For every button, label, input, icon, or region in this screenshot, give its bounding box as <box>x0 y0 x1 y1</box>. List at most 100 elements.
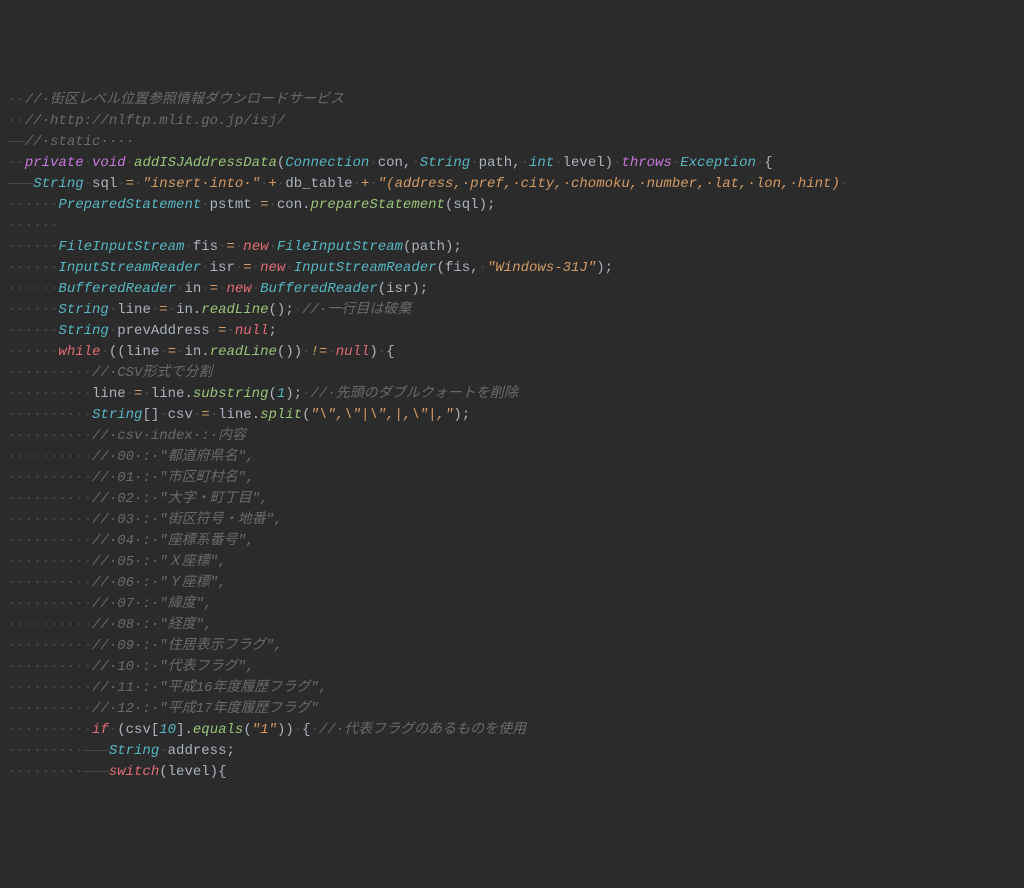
token-punc: ( <box>268 386 276 402</box>
code-line[interactable]: ··········//·07·:·"緯度", <box>8 594 1016 615</box>
token-num: 10 <box>159 722 176 738</box>
code-line[interactable]: ······FileInputStream·fis·=·new·FileInpu… <box>8 237 1016 258</box>
token-ws: ·········· <box>8 701 92 717</box>
token-type: FileInputStream <box>277 239 403 255</box>
token-comment: //·06·:·"Ｙ座標", <box>92 575 226 591</box>
token-ws: · <box>142 386 150 402</box>
code-line[interactable]: ··········//·04·:·"座標系番号", <box>8 531 1016 552</box>
token-punc: )) <box>277 722 294 738</box>
token-punc: ); <box>285 386 302 402</box>
code-line[interactable]: ··········//·12·:·"平成17年度履歴フラグ" <box>8 699 1016 720</box>
token-kw2: if <box>92 722 109 738</box>
token-varname: sql <box>453 197 478 213</box>
code-line[interactable]: ··········//·10·:·"代表フラグ", <box>8 657 1016 678</box>
token-punc: ]. <box>176 722 193 738</box>
token-punc: ( <box>378 281 386 297</box>
code-line[interactable]: ··········//·05·:·"Ｘ座標", <box>8 552 1016 573</box>
token-ws: · <box>521 155 529 171</box>
code-line[interactable]: ··········//·06·:·"Ｙ座標", <box>8 573 1016 594</box>
code-line[interactable]: ··········//·CSV形式で分割 <box>8 363 1016 384</box>
token-ws: · <box>184 239 192 255</box>
code-line[interactable]: ··········String[]·csv·=·line.split("\",… <box>8 405 1016 426</box>
token-type: String <box>33 176 83 192</box>
code-line[interactable]: ······BufferedReader·in·=·new·BufferedRe… <box>8 279 1016 300</box>
token-punc: ( <box>117 722 125 738</box>
code-line[interactable]: ··//·http://nlftp.mlit.go.jp/isj/ <box>8 111 1016 132</box>
token-ws: · <box>311 722 319 738</box>
token-ws: · <box>109 323 117 339</box>
token-kw2: switch <box>109 764 159 780</box>
code-line[interactable]: ———String·sql·=·"insert·into·"·+·db_tabl… <box>8 174 1016 195</box>
token-varname: path <box>411 239 445 255</box>
token-kw2: new <box>260 260 285 276</box>
code-line[interactable]: ——//·static···· <box>8 132 1016 153</box>
code-editor[interactable]: ··//·街区レベル位置参照情報ダウンロードサービス··//·http://nl… <box>8 90 1016 783</box>
token-ws: ······ <box>8 218 58 234</box>
token-punc: ) <box>605 155 613 171</box>
code-line[interactable]: ··········//·09·:·"住居表示フラグ", <box>8 636 1016 657</box>
token-comment: //·07·:·"緯度", <box>92 596 212 612</box>
token-comment: //·05·:·"Ｘ座標", <box>92 554 226 570</box>
token-ws: ······ <box>8 302 58 318</box>
code-line[interactable]: ··········if·(csv[10].equals("1"))·{·//·… <box>8 720 1016 741</box>
token-ws: ·········· <box>8 575 92 591</box>
token-kw2: null <box>336 344 370 360</box>
code-line[interactable]: ··········//·03·:·"街区符号・地番", <box>8 510 1016 531</box>
token-ws: · <box>109 302 117 318</box>
token-ws: · <box>252 260 260 276</box>
token-ws: · <box>294 722 302 738</box>
token-ws: ·········· <box>8 680 92 696</box>
token-varname: line <box>151 386 185 402</box>
code-line[interactable]: ······PreparedStatement·pstmt·=·con.prep… <box>8 195 1016 216</box>
token-comment: //·02·:·"大字・町丁目", <box>92 491 268 507</box>
code-line[interactable]: ······InputStreamReader·isr·=·new·InputS… <box>8 258 1016 279</box>
token-ws: · <box>201 197 209 213</box>
token-ws: ······ <box>8 239 58 255</box>
token-varname: in <box>184 281 201 297</box>
token-ws: ·········· <box>8 407 92 423</box>
code-line[interactable]: ·········———String·address; <box>8 741 1016 762</box>
token-ws: ·········· <box>8 533 92 549</box>
token-ws: ·········· <box>8 386 92 402</box>
token-comment: //·一行目は破棄 <box>302 302 411 318</box>
token-comment: //·11·:·"平成16年度履歴フラグ", <box>92 680 327 696</box>
code-line[interactable]: ··········//·08·:·"経度", <box>8 615 1016 636</box>
token-punc: . <box>302 197 310 213</box>
code-line[interactable]: ··········//·csv·index·:·内容 <box>8 426 1016 447</box>
code-line[interactable]: ··········//·11·:·"平成16年度履歴フラグ", <box>8 678 1016 699</box>
code-line[interactable]: ······while·((line·=·in.readLine())·!=·n… <box>8 342 1016 363</box>
token-punc: , <box>470 260 478 276</box>
token-ws: · <box>260 176 268 192</box>
code-line[interactable]: ······String·line·=·in.readLine();·//·一行… <box>8 300 1016 321</box>
token-ws: · <box>353 176 361 192</box>
code-line[interactable]: ··········//·00·:·"都道府県名", <box>8 447 1016 468</box>
token-ws: · <box>159 344 167 360</box>
code-line[interactable]: ··········//·02·:·"大字・町丁目", <box>8 489 1016 510</box>
code-line[interactable]: ······ <box>8 216 1016 237</box>
token-ws: · <box>369 155 377 171</box>
token-punc: { <box>386 344 394 360</box>
token-punc: ); <box>596 260 613 276</box>
code-line[interactable]: ······String·prevAddress·=·null; <box>8 321 1016 342</box>
token-punc: ); <box>479 197 496 213</box>
token-string: "Windows-31J" <box>487 260 596 276</box>
token-varname: prevAddress <box>117 323 209 339</box>
token-op: != <box>311 344 328 360</box>
token-ws: ······ <box>8 344 58 360</box>
token-type: String <box>92 407 142 423</box>
token-type: String <box>58 302 108 318</box>
token-ws: · <box>470 155 478 171</box>
token-varname: line <box>92 386 126 402</box>
token-punc: ( <box>437 260 445 276</box>
code-line[interactable]: ··//·街区レベル位置参照情報ダウンロードサービス <box>8 90 1016 111</box>
token-punc: ); <box>411 281 428 297</box>
token-punc: ()) <box>277 344 302 360</box>
code-line[interactable]: ··private·void·addISJAddressData(Connect… <box>8 153 1016 174</box>
token-type: String <box>58 323 108 339</box>
token-ws: ·· <box>8 113 25 129</box>
code-line[interactable]: ·········———switch(level){ <box>8 762 1016 783</box>
token-ws: ·········· <box>8 722 92 738</box>
code-line[interactable]: ··········line·=·line.substring(1);·//·先… <box>8 384 1016 405</box>
code-line[interactable]: ··········//·01·:·"市区町村名", <box>8 468 1016 489</box>
token-ws: ·········· <box>8 554 92 570</box>
